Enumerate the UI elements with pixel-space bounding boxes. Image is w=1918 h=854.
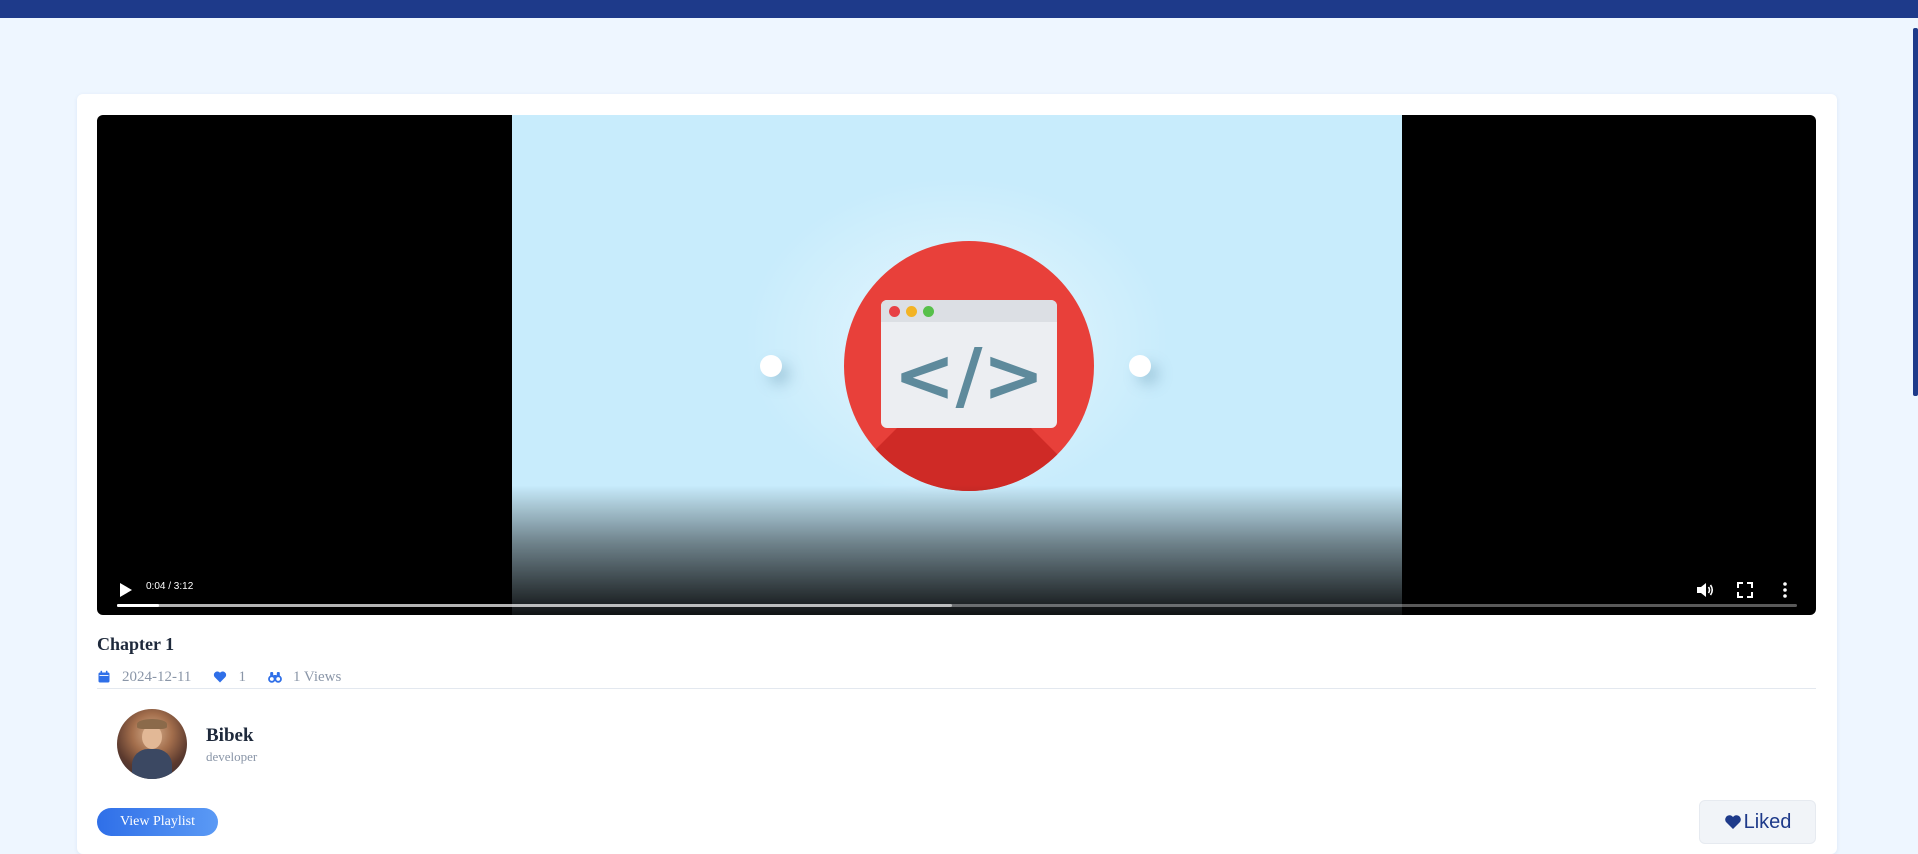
thumbnail-decor-dot-left [760,355,782,377]
chapter-date: 2024-12-11 [122,668,192,685]
window-title-bar [881,300,1057,322]
code-brackets-glyph: </> [893,333,1045,419]
avatar-body [132,749,172,779]
code-window-icon: </> [881,300,1057,428]
chapter-title: Chapter 1 [97,634,175,654]
calendar-icon [98,670,110,683]
thumbnail-decor-dot-right [1129,355,1151,377]
video-controls: 0:04 / 3:12 [97,570,1816,615]
play-icon[interactable] [119,582,133,598]
time-display: 0:04 / 3:12 [146,581,194,592]
author-avatar[interactable] [117,709,187,779]
page-scrollbar[interactable] [1913,28,1918,396]
progress-buffered [117,604,952,607]
meta-date: 2024-12-11 [97,669,191,686]
author-role: developer [206,749,258,764]
avatar-hat [137,719,167,729]
video-player[interactable]: </> 0:04 / 3:12 [97,115,1816,615]
heart-icon [214,671,227,683]
window-dot-red [889,306,900,317]
liked-label: Liked [1743,810,1792,833]
volume-icon[interactable] [1695,580,1715,600]
author-name[interactable]: Bibek [206,725,254,747]
more-options-icon[interactable] [1775,580,1795,600]
meta-likes: 1 [213,669,246,686]
window-dot-yellow [906,306,917,317]
binoculars-icon [268,672,282,683]
chapter-meta: 2024-12-11 1 1 Views [97,667,363,687]
window-dot-green [923,306,934,317]
progress-played [117,604,159,607]
heart-icon [1724,815,1741,829]
view-count: 1 Views [292,668,342,685]
meta-views: 1 Views [268,669,341,686]
video-frame: </> [512,115,1402,615]
divider [97,688,1816,689]
liked-button[interactable]: Liked [1699,800,1816,844]
top-header-bar [0,0,1918,18]
like-count: 1 [238,668,246,685]
fullscreen-icon[interactable] [1735,580,1755,600]
progress-bar[interactable] [117,604,1797,607]
view-playlist-button[interactable]: View Playlist [97,808,218,836]
video-card: </> 0:04 / 3:12 Chapter 1 2024-12-11 1 1… [77,94,1837,854]
